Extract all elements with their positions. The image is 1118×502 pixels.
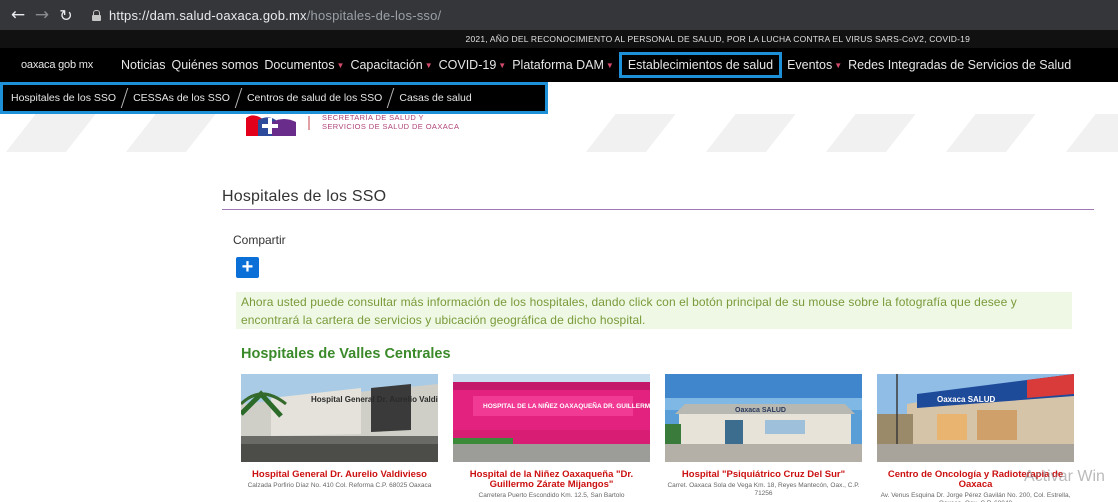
submenu-item-hospitales[interactable]: Hospitales de los SSO	[11, 92, 116, 104]
menu-item-label: Capacitación	[350, 58, 423, 72]
decorative-chevron	[116, 114, 224, 152]
submenu-divider	[234, 88, 243, 108]
logo-text-line-1: SECRETARÍA DE SALUD Y	[322, 113, 424, 122]
decorative-chevron	[1056, 114, 1118, 152]
logo-text: SECRETARÍA DE SALUD Y SERVICIOS DE SALUD…	[322, 113, 459, 131]
menu-item-label: COVID-19	[438, 58, 497, 72]
site-logo[interactable]: oaxaca gob mx	[18, 59, 96, 71]
dropdown-caret-icon: ▼	[498, 61, 507, 71]
hospital-address: Calzada Porfirio Díaz No. 410 Col. Refor…	[247, 482, 432, 489]
url-path: /hospitales-de-los-sso/	[306, 7, 442, 23]
hospital-photo[interactable]: Oaxaca SALUD	[877, 374, 1074, 462]
share-plus-button[interactable]: +	[236, 257, 259, 278]
lock-icon[interactable]	[92, 9, 101, 21]
url-host: https://dam.salud-oaxaca.gob.mx	[109, 7, 307, 23]
menu-item-label: Documentos	[264, 58, 335, 72]
menu-item-documentos[interactable]: Documentos ▼	[261, 58, 347, 72]
menu-item-label: Noticias	[121, 58, 166, 72]
title-divider	[222, 209, 1094, 210]
building-sign-text: HOSPITAL DE LA NIÑEZ OAXAQUEÑA DR. GUILL…	[483, 401, 650, 410]
hospital-name[interactable]: Hospital "Psiquiátrico Cruz Del Sur"	[665, 470, 862, 480]
establecimientos-submenu: Hospitales de los SSO CESSAs de los SSO …	[0, 82, 548, 114]
menu-item-plataforma-dam[interactable]: Plataforma DAM ▼	[509, 58, 617, 72]
decorative-chevron	[696, 114, 804, 152]
main-menu: oaxaca gob mx Noticias Quiénes somos Doc…	[0, 48, 1118, 82]
submenu-item-casas-de-salud[interactable]: Casas de salud	[399, 92, 471, 104]
salud-oaxaca-logo-icon[interactable]	[244, 114, 298, 138]
dropdown-caret-icon: ▼	[605, 61, 614, 71]
submenu-item-centros-de-salud[interactable]: Centros de salud de los SSO	[247, 92, 382, 104]
share-label: Compartir	[233, 233, 286, 247]
hospital-card-aurelio-valdivieso[interactable]: Hospital General Dr. Aurelio Valdivieso …	[239, 374, 458, 490]
menu-item-label: Quiénes somos	[171, 58, 259, 72]
hospital-photo[interactable]: HOSPITAL DE LA NIÑEZ OAXAQUEÑA DR. GUILL…	[453, 374, 720, 462]
menu-item-covid-19[interactable]: COVID-19 ▼	[436, 58, 510, 72]
browser-toolbar: ← → ↻ https://dam.salud-oaxaca.gob.mx/ho…	[0, 0, 1118, 30]
logo-text-line-2: SERVICIOS DE SALUD DE OAXACA	[322, 122, 460, 131]
decorative-chevron	[936, 114, 1044, 152]
forward-arrow-icon[interactable]: →	[30, 5, 54, 25]
menu-item-redes-integradas[interactable]: Redes Integradas de Servicios de Salud	[845, 58, 1074, 72]
header-background	[0, 114, 1118, 152]
menu-item-eventos[interactable]: Eventos ▼	[784, 58, 845, 72]
building-sign-text: Hospital General Dr. Aurelio Valdivieso	[311, 395, 438, 404]
menu-item-establecimientos-de-salud[interactable]: Establecimientos de salud	[618, 52, 783, 78]
banner-text: 2021, AÑO DEL RECONOCIMIENTO AL PERSONAL…	[465, 34, 970, 44]
menu-item-label: Plataforma DAM	[512, 58, 604, 72]
logo-divider	[308, 116, 310, 130]
info-notice: Ahora usted puede consultar más informac…	[236, 292, 1072, 329]
menu-item-noticias[interactable]: Noticias	[118, 58, 168, 72]
section-heading-valles-centrales: Hospitales de Valles Centrales	[241, 346, 451, 362]
hospital-name[interactable]: Hospital de la Niñez Oaxaqueña "Dr. Guil…	[453, 470, 650, 490]
building-sign-text: Oaxaca SALUD	[735, 407, 786, 414]
dropdown-caret-icon: ▼	[424, 61, 433, 71]
submenu-divider	[387, 88, 395, 108]
menu-item-quienes-somos[interactable]: Quiénes somos	[168, 58, 261, 72]
hospital-address: Carretera Puerto Escondido Km. 12.5, San…	[478, 492, 625, 499]
dropdown-caret-icon: ▼	[336, 61, 345, 71]
submenu-item-cessas[interactable]: CESSAs de los SSO	[133, 92, 230, 104]
hospital-name[interactable]: Hospital General Dr. Aurelio Valdivieso	[241, 470, 438, 480]
hospital-card-cruz-del-sur[interactable]: Oaxaca SALUD Hospital "Psiquiátrico Cruz…	[665, 374, 862, 498]
dropdown-caret-icon: ▼	[834, 61, 843, 71]
hospital-photo[interactable]: Oaxaca SALUD	[665, 374, 862, 462]
windows-activation-watermark: Activar Win	[1024, 468, 1105, 485]
menu-item-label: Redes Integradas de Servicios de Salud	[848, 58, 1072, 72]
menu-item-label: Establecimientos de salud	[627, 58, 774, 72]
decorative-chevron	[816, 114, 924, 152]
back-arrow-icon[interactable]: ←	[6, 5, 30, 25]
hospital-address: Carret. Oaxaca Sola de Vega Km. 18, Reye…	[667, 482, 860, 497]
menu-item-label: Eventos	[787, 58, 833, 72]
submenu-divider	[120, 88, 129, 108]
building-sign-text: Oaxaca SALUD	[937, 395, 995, 404]
decorative-chevron	[576, 114, 684, 152]
hospital-card-ninez-oaxaquena[interactable]: HOSPITAL DE LA NIÑEZ OAXAQUEÑA DR. GUILL…	[453, 374, 720, 500]
decorative-chevron	[0, 114, 104, 152]
address-bar[interactable]: https://dam.salud-oaxaca.gob.mx/hospital…	[109, 8, 441, 23]
hospital-photo[interactable]: Hospital General Dr. Aurelio Valdivieso	[239, 374, 458, 462]
page-title: Hospitales de los SSO	[222, 188, 387, 205]
menu-item-capacitacion[interactable]: Capacitación ▼	[347, 58, 435, 72]
hospital-address: Av. Venus Esquina Dr. Jorge Pérez Gavilá…	[880, 492, 1071, 502]
announcement-banner: 2021, AÑO DEL RECONOCIMIENTO AL PERSONAL…	[0, 30, 1118, 48]
reload-icon[interactable]: ↻	[54, 6, 78, 25]
